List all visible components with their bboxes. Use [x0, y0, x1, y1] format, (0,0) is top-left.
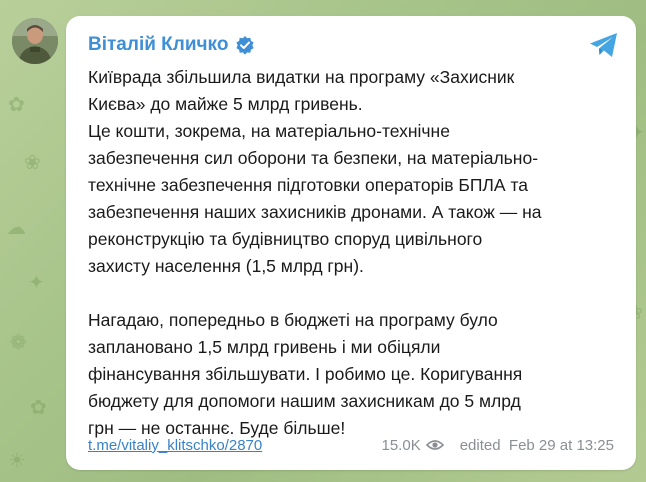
view-count: 15.0K: [381, 436, 421, 454]
eye-icon: [425, 440, 444, 450]
telegram-share-button[interactable]: [586, 30, 622, 60]
message-line: технічне забезпечення підготовки операто…: [88, 175, 528, 195]
message-text: Київрада збільшила видатки на програму «…: [88, 64, 623, 442]
message-line: реконструкцію та будівництво споруд циві…: [88, 229, 483, 249]
message-header: Віталій Кличко: [88, 34, 255, 56]
verified-badge-icon: [236, 36, 255, 55]
channel-name[interactable]: Віталій Кличко: [88, 34, 228, 56]
message-line: Нагадаю, попередньо в бюджеті на програм…: [88, 310, 498, 330]
message-line: Це кошти, зокрема, на матеріально-техніч…: [88, 121, 450, 141]
post-link[interactable]: t.me/vitaliy_klitschko/2870: [88, 437, 262, 454]
message-line: Київрада збільшила видатки на програму «…: [88, 67, 515, 87]
message-bubble: Віталій Кличко Київрада збільшила видатк…: [66, 16, 636, 470]
message-line: забезпечення сил оборони та безпеки, на …: [88, 148, 539, 168]
message-meta: 15.0K edited Feb 29 at 13:25: [382, 437, 615, 454]
message-line: фінансування збільшувати. І робимо це. К…: [88, 364, 523, 384]
message-line: Києва» до майже 5 млрд гривень.: [88, 94, 363, 114]
message-footer: t.me/vitaliy_klitschko/2870 15.0K edited…: [88, 434, 614, 456]
message-line: бюджету для допомоги нашим захисникам до…: [88, 391, 521, 411]
channel-avatar[interactable]: [12, 18, 58, 64]
telegram-share-icon: [590, 33, 617, 57]
message-line: забезпечення наших захисників дронами. А…: [88, 202, 542, 222]
edited-timestamp: edited Feb 29 at 13:25: [459, 436, 614, 454]
message-line: захисту населення (1,5 млрд грн).: [88, 256, 364, 276]
message-line: заплановано 1,5 млрд гривень і ми обіцял…: [88, 337, 441, 357]
